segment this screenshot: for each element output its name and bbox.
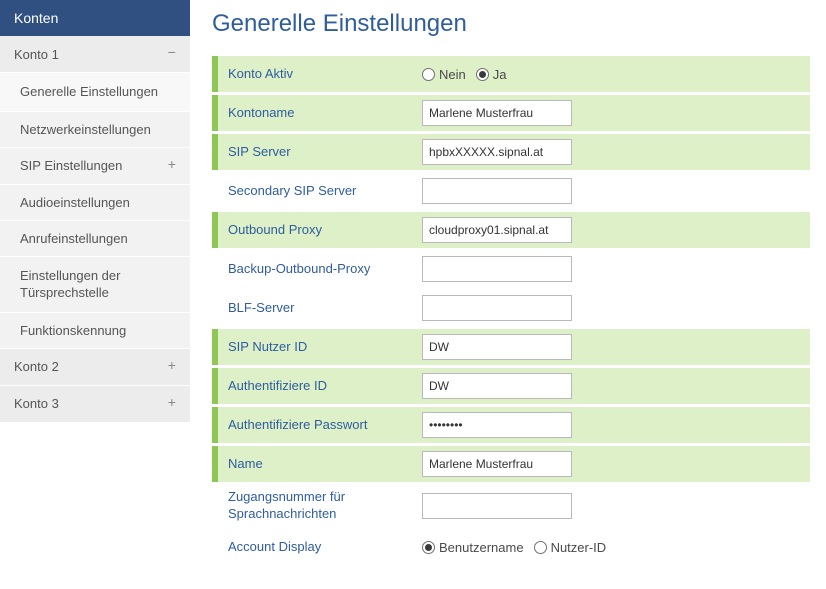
label-sip-server: SIP Server	[222, 144, 422, 161]
sidebar-item-label: SIP Einstellungen	[20, 158, 122, 173]
sidebar-item-anrufeinstellungen[interactable]: Anrufeinstellungen	[0, 221, 190, 257]
input-kontoname[interactable]	[422, 100, 572, 126]
input-backup-outbound-proxy[interactable]	[422, 256, 572, 282]
radio-label: Nein	[439, 67, 466, 82]
sidebar-item-label: Audioeinstellungen	[20, 195, 130, 210]
row-account-display: Account Display Benutzername Nutzer-ID	[212, 530, 810, 566]
sidebar-item-label: Generelle Einstellungen	[20, 83, 158, 101]
row-sip-server: SIP Server	[212, 134, 810, 170]
plus-icon: +	[168, 359, 176, 375]
sidebar-item-funktionskennung[interactable]: Funktionskennung	[0, 313, 190, 349]
row-name: Name	[212, 446, 810, 482]
sidebar-item-label: Anrufeinstellungen	[20, 231, 128, 246]
label-secondary-sip-server: Secondary SIP Server	[222, 183, 422, 200]
sidebar-item-tuersprechstelle[interactable]: Einstellungen der Türsprechstelle	[0, 257, 190, 313]
row-zugangsnummer: Zugangsnummer für Sprachnachrichten	[212, 485, 810, 527]
sidebar-item-label: Konto 3	[14, 396, 59, 411]
label-outbound-proxy: Outbound Proxy	[222, 222, 422, 239]
label-name: Name	[222, 456, 422, 473]
sidebar-item-label: Konto 1	[14, 47, 59, 62]
plus-icon: +	[168, 396, 176, 412]
sidebar-item-label: Einstellungen der Türsprechstelle	[20, 267, 176, 302]
sidebar-item-label: Konto 2	[14, 359, 59, 374]
sidebar: Konten Konto 1 − Generelle Einstellungen…	[0, 0, 190, 589]
sidebar-item-sip-einstellungen[interactable]: SIP Einstellungen +	[0, 148, 190, 185]
sidebar-item-generelle-einstellungen[interactable]: Generelle Einstellungen	[0, 73, 190, 112]
sidebar-item-konto-1[interactable]: Konto 1 −	[0, 36, 190, 73]
input-auth-id[interactable]	[422, 373, 572, 399]
radio-icon	[422, 68, 435, 81]
row-auth-id: Authentifiziere ID	[212, 368, 810, 404]
label-account-display: Account Display	[222, 539, 422, 556]
input-auth-passwort[interactable]	[422, 412, 572, 438]
row-secondary-sip-server: Secondary SIP Server	[212, 173, 810, 209]
radio-nein[interactable]: Nein	[422, 67, 466, 82]
radio-icon	[534, 541, 547, 554]
sidebar-item-label: Funktionskennung	[20, 323, 126, 338]
radio-label: Ja	[493, 67, 507, 82]
label-sip-nutzer-id: SIP Nutzer ID	[222, 339, 422, 356]
sidebar-item-konto-3[interactable]: Konto 3 +	[0, 386, 190, 423]
radio-label: Nutzer-ID	[551, 540, 607, 555]
radio-benutzername[interactable]: Benutzername	[422, 540, 524, 555]
radio-ja[interactable]: Ja	[476, 67, 507, 82]
sidebar-item-konto-2[interactable]: Konto 2 +	[0, 349, 190, 386]
row-sip-nutzer-id: SIP Nutzer ID	[212, 329, 810, 365]
plus-icon: +	[168, 158, 176, 174]
input-sip-server[interactable]	[422, 139, 572, 165]
label-blf-server: BLF-Server	[222, 300, 422, 317]
row-auth-passwort: Authentifiziere Passwort	[212, 407, 810, 443]
sidebar-item-audioeinstellungen[interactable]: Audioeinstellungen	[0, 185, 190, 221]
page-title: Generelle Einstellungen	[212, 10, 810, 38]
radio-label: Benutzername	[439, 540, 524, 555]
minus-icon: −	[168, 46, 176, 62]
input-sip-nutzer-id[interactable]	[422, 334, 572, 360]
row-kontoname: Kontoname	[212, 95, 810, 131]
label-konto-aktiv: Konto Aktiv	[222, 66, 422, 83]
input-outbound-proxy[interactable]	[422, 217, 572, 243]
label-backup-outbound-proxy: Backup-Outbound-Proxy	[222, 261, 422, 278]
row-backup-outbound-proxy: Backup-Outbound-Proxy	[212, 251, 810, 287]
sidebar-item-label: Netzwerkeinstellungen	[20, 122, 151, 137]
radio-icon	[422, 541, 435, 554]
sidebar-item-netzwerkeinstellungen[interactable]: Netzwerkeinstellungen	[0, 112, 190, 148]
label-zugangsnummer: Zugangsnummer für Sprachnachrichten	[222, 489, 422, 523]
row-outbound-proxy: Outbound Proxy	[212, 212, 810, 248]
input-blf-server[interactable]	[422, 295, 572, 321]
input-secondary-sip-server[interactable]	[422, 178, 572, 204]
main-content: Generelle Einstellungen Konto Aktiv Nein…	[190, 0, 826, 589]
row-blf-server: BLF-Server	[212, 290, 810, 326]
input-name[interactable]	[422, 451, 572, 477]
label-kontoname: Kontoname	[222, 105, 422, 122]
label-auth-id: Authentifiziere ID	[222, 378, 422, 395]
row-konto-aktiv: Konto Aktiv Nein Ja	[212, 56, 810, 92]
input-zugangsnummer[interactable]	[422, 493, 572, 519]
radio-icon	[476, 68, 489, 81]
radio-nutzer-id[interactable]: Nutzer-ID	[534, 540, 607, 555]
sidebar-header: Konten	[0, 0, 190, 36]
label-auth-passwort: Authentifiziere Passwort	[222, 417, 422, 434]
